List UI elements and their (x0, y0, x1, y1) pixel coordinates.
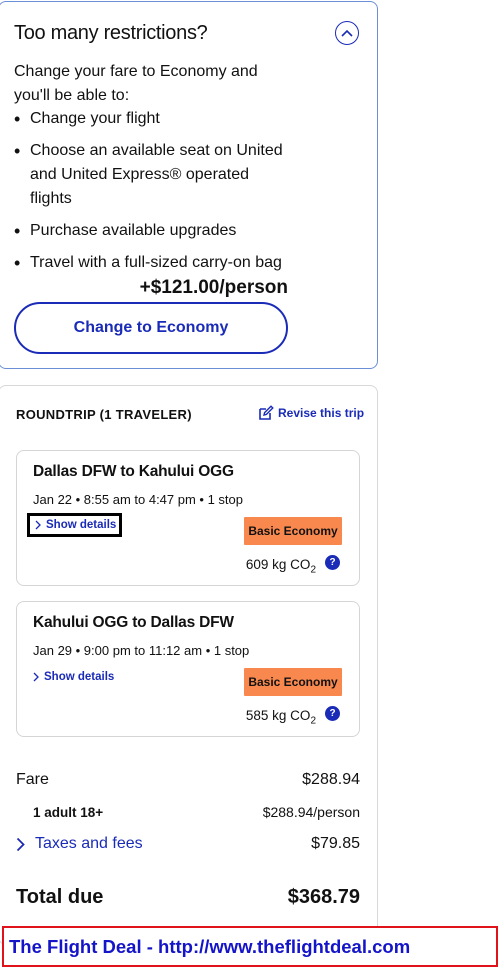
flight-card-outbound: Dallas DFW to Kahului OGG Jan 22 • 8:55 … (16, 450, 360, 586)
taxes-label: Taxes and fees (35, 835, 143, 852)
show-details-label: Show details (46, 519, 117, 531)
fare-label: Fare (16, 771, 49, 788)
flight-route: Kahului OGG to Dallas DFW (33, 614, 234, 631)
upgrade-price: +$121.00/person (139, 277, 288, 298)
co2-value: 609 kg CO (245, 557, 311, 572)
co2-subscript: 2 (310, 564, 316, 576)
info-icon[interactable]: ? (325, 706, 340, 721)
co2-value: 585 kg CO (245, 708, 311, 723)
chevron-right-icon (35, 520, 41, 530)
trip-header: ROUNDTRIP (1 TRAVELER) (16, 407, 192, 422)
total-value: $368.79 (287, 886, 360, 908)
total-label: Total due (16, 886, 104, 908)
flight-route: Dallas DFW to Kahului OGG (33, 463, 234, 480)
taxes-toggle[interactable]: Taxes and fees (16, 835, 143, 853)
promo-title: Too many restrictions? (14, 22, 208, 44)
banner-text: The Flight Deal - http://www.theflightde… (9, 935, 411, 957)
benefits-list: Change your flight Choose an available s… (14, 107, 289, 283)
show-details-link[interactable]: Show details (26, 513, 123, 537)
co2-emissions: 585 kg CO2 (246, 708, 316, 727)
adult-value: $288.94/person (262, 804, 360, 820)
adult-row: 1 adult 18+ $288.94/person (16, 804, 360, 820)
fare-class-badge: Basic Economy (244, 668, 342, 696)
revise-trip-link[interactable]: Revise this trip (258, 405, 364, 421)
fare-class-badge: Basic Economy (244, 517, 342, 545)
adult-label: 1 adult 18+ (33, 804, 104, 820)
promo-lead-text: Change your fare to Economy and you'll b… (14, 63, 258, 104)
benefit-item: Change your flight (14, 107, 289, 131)
taxes-row: Taxes and fees $79.85 (16, 835, 360, 853)
chevron-right-icon (33, 672, 39, 682)
chevron-up-icon (341, 29, 353, 37)
benefit-item: Choose an available seat on United and U… (14, 139, 289, 211)
source-banner: The Flight Deal - http://www.theflightde… (2, 926, 498, 967)
show-details-link[interactable]: Show details (33, 671, 114, 683)
info-icon[interactable]: ? (325, 555, 340, 570)
total-row: Total due $368.79 (16, 886, 360, 909)
flight-card-return: Kahului OGG to Dallas DFW Jan 29 • 9:00 … (16, 601, 360, 737)
show-details-label: Show details (44, 671, 115, 683)
revise-trip-label: Revise this trip (278, 406, 365, 420)
fare-row: Fare $288.94 (16, 771, 360, 789)
flight-times: Jan 29 • 9:00 pm to 11:12 am • 1 stop (33, 643, 250, 658)
edit-icon (259, 405, 274, 420)
benefit-item: Travel with a full-sized carry-on bag (14, 251, 289, 275)
co2-emissions: 609 kg CO2 (246, 557, 316, 576)
trip-summary-card: ROUNDTRIP (1 TRAVELER) Revise this trip … (0, 385, 378, 945)
fare-value: $288.94 (302, 771, 360, 788)
change-to-economy-button[interactable]: Change to Economy (14, 302, 288, 354)
chevron-right-icon (16, 837, 25, 851)
flight-times: Jan 22 • 8:55 am to 4:47 pm • 1 stop (33, 492, 244, 507)
co2-subscript: 2 (310, 715, 316, 727)
upgrade-promo-card: Too many restrictions? Change your fare … (0, 1, 378, 369)
benefit-item: Purchase available upgrades (14, 219, 289, 243)
collapse-button[interactable] (335, 21, 359, 45)
taxes-value: $79.85 (311, 835, 360, 852)
